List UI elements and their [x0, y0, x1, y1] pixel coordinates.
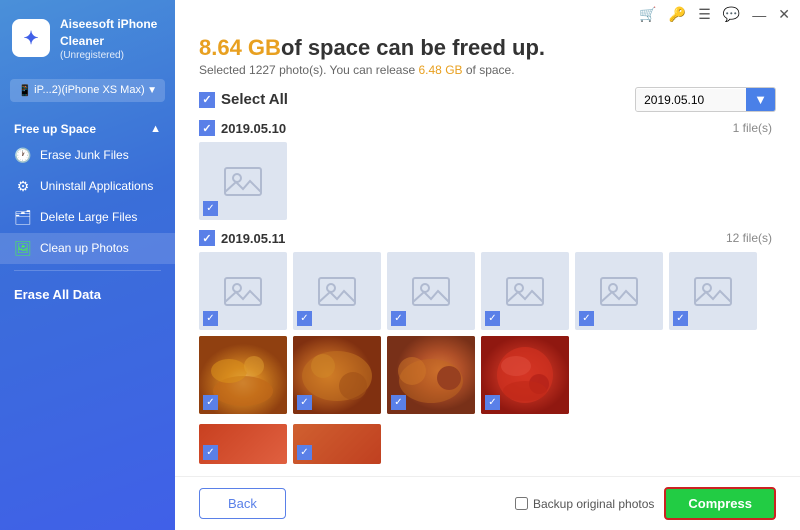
- photo-checkbox[interactable]: ✓: [391, 395, 406, 410]
- photo-item-seafood[interactable]: ✓: [481, 336, 569, 414]
- photo-item-food3[interactable]: ✓: [387, 336, 475, 414]
- compress-button[interactable]: Compress: [664, 487, 776, 520]
- photo-item-partial2[interactable]: ✓: [293, 424, 381, 464]
- group2-count: 12 file(s): [726, 231, 772, 245]
- file-icon: 🗂: [14, 209, 32, 226]
- group1-photos: ✓: [199, 142, 772, 220]
- group1-checkbox[interactable]: ✓: [199, 120, 215, 136]
- back-button[interactable]: Back: [199, 488, 286, 519]
- select-all-label: Select All: [221, 91, 288, 108]
- photo-item[interactable]: ✓: [387, 252, 475, 330]
- photo-checkbox[interactable]: ✓: [485, 311, 500, 326]
- sidebar: ✦ Aiseesoft iPhoneCleaner (Unregistered)…: [0, 0, 175, 530]
- photo-item[interactable]: ✓: [293, 252, 381, 330]
- photo-checkbox[interactable]: ✓: [673, 311, 688, 326]
- toolbar: ✓ Select All ▼: [199, 87, 776, 112]
- select-all-checkbox[interactable]: ✓: [199, 92, 215, 108]
- date-group-header-2: ✓ 2019.05.11 12 file(s): [199, 230, 772, 246]
- sidebar-divider: [14, 270, 161, 271]
- sidebar-item-label: Erase Junk Files: [40, 148, 129, 162]
- photo-icon: 🖼: [14, 240, 32, 257]
- photo-item[interactable]: ✓: [669, 252, 757, 330]
- main-heading: 8.64 GBof space can be freed up.: [199, 35, 776, 61]
- sidebar-item-uninstall-apps[interactable]: ⚙ Uninstall Applications: [0, 171, 175, 202]
- date-group-header-1: ✓ 2019.05.10 1 file(s): [199, 120, 772, 136]
- photo-checkbox[interactable]: ✓: [297, 311, 312, 326]
- device-icon: 📱: [18, 84, 32, 97]
- date-group-label-2: ✓ 2019.05.11: [199, 230, 285, 246]
- close-icon[interactable]: ✕: [778, 6, 790, 23]
- menu-icon[interactable]: ☰: [698, 6, 711, 23]
- group2-photos-row1: ✓ ✓ ✓: [199, 252, 772, 414]
- date-filter[interactable]: ▼: [635, 87, 776, 112]
- photos-scroll-area[interactable]: ✓ 2019.05.10 1 file(s) ✓: [199, 120, 776, 476]
- photo-item-food1[interactable]: ✓: [199, 336, 287, 414]
- content-area: 8.64 GBof space can be freed up. Selecte…: [175, 25, 800, 476]
- sidebar-item-cleanup-photos[interactable]: 🖼 Clean up Photos: [0, 233, 175, 264]
- key-icon[interactable]: 🔑: [669, 6, 686, 23]
- photo-item[interactable]: ✓: [199, 252, 287, 330]
- clock-icon: 🕐: [14, 147, 32, 164]
- photo-checkbox[interactable]: ✓: [391, 311, 406, 326]
- device-selector[interactable]: 📱 iP...2)(iPhone XS Max) ▼: [10, 79, 165, 102]
- device-label: iP...2)(iPhone XS Max): [34, 84, 144, 96]
- backup-checkbox[interactable]: [515, 497, 528, 510]
- photo-checkbox[interactable]: ✓: [203, 395, 218, 410]
- sidebar-item-label: Delete Large Files: [40, 210, 137, 224]
- photo-item[interactable]: ✓: [199, 142, 287, 220]
- chevron-down-icon: ▼: [147, 85, 157, 96]
- sidebar-item-erase-all[interactable]: Erase All Data: [0, 277, 175, 312]
- photo-item-partial1[interactable]: ✓: [199, 424, 287, 464]
- select-all-control[interactable]: ✓ Select All: [199, 91, 288, 108]
- date-group-label-1: ✓ 2019.05.10: [199, 120, 286, 136]
- sidebar-item-label: Clean up Photos: [40, 241, 129, 255]
- collapse-icon: ▲: [150, 123, 161, 135]
- settings-icon: ⚙: [14, 178, 32, 195]
- free-up-space-section: Free up Space ▲: [0, 116, 175, 140]
- photo-checkbox[interactable]: ✓: [203, 311, 218, 326]
- sidebar-item-erase-junk[interactable]: 🕐 Erase Junk Files: [0, 140, 175, 171]
- main-content: 🛒 🔑 ☰ 💬 — ✕ 8.64 GBof space can be freed…: [175, 0, 800, 530]
- photo-checkbox[interactable]: ✓: [579, 311, 594, 326]
- app-subtitle: (Unregistered): [60, 50, 157, 61]
- date-group-2: ✓ 2019.05.11 12 file(s) ✓: [199, 230, 772, 414]
- heading-highlight: 8.64 GB: [199, 35, 281, 60]
- sub-heading: Selected 1227 photo(s). You can release …: [199, 63, 776, 77]
- title-bar: 🛒 🔑 ☰ 💬 — ✕: [175, 0, 800, 25]
- backup-label[interactable]: Backup original photos: [515, 497, 654, 511]
- bottom-bar: Back Backup original photos Compress: [175, 476, 800, 530]
- photo-checkbox[interactable]: ✓: [203, 201, 218, 216]
- group2-checkbox[interactable]: ✓: [199, 230, 215, 246]
- app-logo: ✦: [12, 19, 50, 57]
- photo-checkbox[interactable]: ✓: [297, 395, 312, 410]
- heading-rest: of space can be freed up.: [281, 35, 545, 60]
- date-filter-input[interactable]: [636, 89, 746, 111]
- message-icon[interactable]: 💬: [723, 6, 740, 23]
- photo-checkbox[interactable]: ✓: [485, 395, 500, 410]
- photo-item-food2[interactable]: ✓: [293, 336, 381, 414]
- date-filter-dropdown-btn[interactable]: ▼: [746, 88, 775, 111]
- sidebar-item-delete-large[interactable]: 🗂 Delete Large Files: [0, 202, 175, 233]
- sidebar-item-label: Uninstall Applications: [40, 179, 153, 193]
- group2-photos-partial: ✓ ✓: [199, 424, 772, 464]
- bottom-right: Backup original photos Compress: [515, 487, 776, 520]
- app-title-block: Aiseesoft iPhoneCleaner (Unregistered): [60, 16, 157, 61]
- photo-item[interactable]: ✓: [575, 252, 663, 330]
- app-name: Aiseesoft iPhoneCleaner: [60, 16, 157, 50]
- photo-item[interactable]: ✓: [481, 252, 569, 330]
- sidebar-header: ✦ Aiseesoft iPhoneCleaner (Unregistered): [0, 0, 175, 73]
- group1-count: 1 file(s): [733, 121, 772, 135]
- photo-checkbox[interactable]: ✓: [203, 445, 218, 460]
- date-group-1: ✓ 2019.05.10 1 file(s) ✓: [199, 120, 772, 220]
- cart-icon[interactable]: 🛒: [639, 6, 656, 23]
- minimize-icon[interactable]: —: [752, 7, 766, 23]
- photo-checkbox[interactable]: ✓: [297, 445, 312, 460]
